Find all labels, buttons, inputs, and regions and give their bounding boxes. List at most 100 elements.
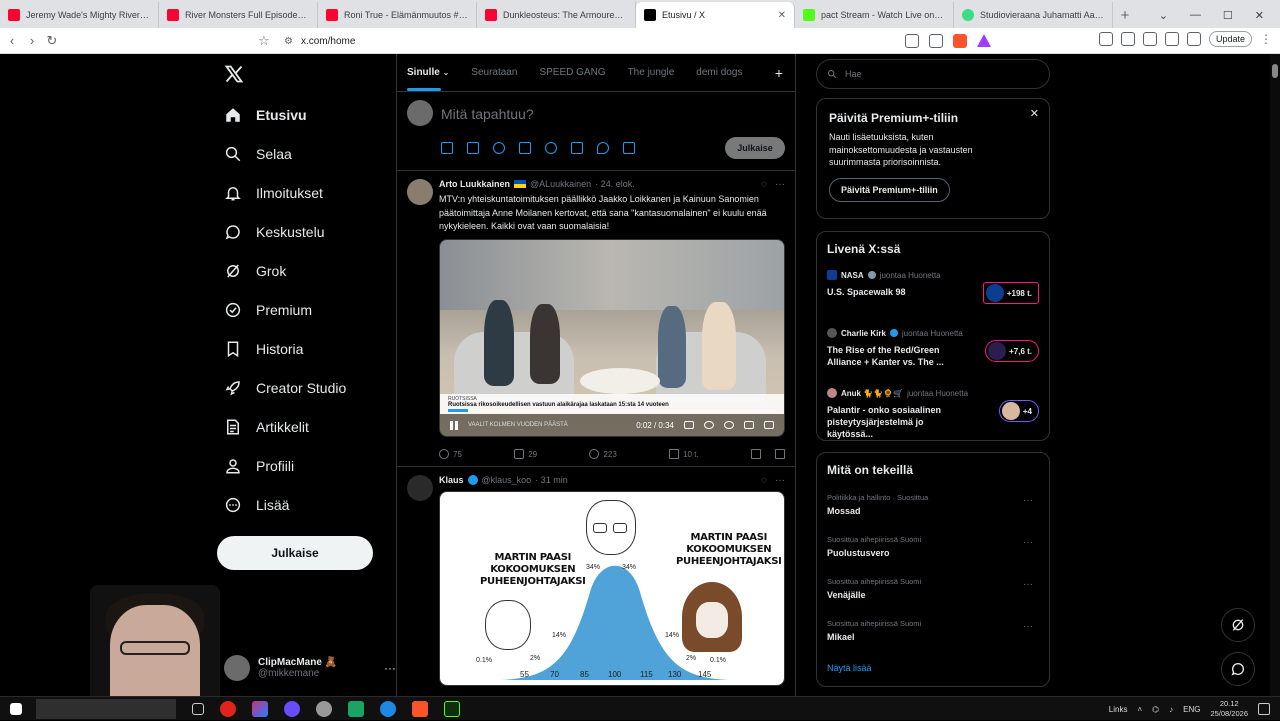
tweet-video[interactable]: RUOTSISSA Ruotsissa rikosoikeudellisen v… <box>439 239 785 437</box>
poll-icon[interactable] <box>519 142 531 154</box>
more-icon[interactable]: ··· <box>775 179 785 190</box>
page-scrollbar[interactable] <box>1270 54 1280 696</box>
brave-rewards-icon[interactable] <box>977 34 991 47</box>
emoji-icon[interactable] <box>545 142 557 154</box>
app-icon[interactable] <box>316 700 332 717</box>
browser-tab[interactable]: Jeremy Wade's Mighty Rivers - Full I <box>0 2 159 28</box>
translate-icon[interactable] <box>905 34 919 48</box>
nav-home[interactable]: Etusivu <box>224 104 307 126</box>
task-view-icon[interactable] <box>192 702 204 715</box>
tweet[interactable]: Arto Luukkainen @ALuukkainen · 24. elok.… <box>397 171 795 467</box>
reply-button[interactable]: 75 <box>439 449 462 459</box>
trend-item[interactable]: Suosittua aihepiirissä Suomi Puolustusve… <box>827 535 1039 558</box>
x-logo-icon[interactable] <box>224 64 246 86</box>
nav-articles[interactable]: Artikkelit <box>224 416 309 438</box>
fullscreen-icon[interactable] <box>764 421 774 429</box>
grok-icon[interactable]: ◌ <box>761 179 767 190</box>
schedule-icon[interactable] <box>571 142 583 154</box>
live-item[interactable]: Anuk 🐈🐈🌻🛒 juontaa Huonetta Palantir - onk… <box>827 388 1039 440</box>
nav-messages[interactable]: Keskustelu <box>224 221 324 243</box>
gif-icon[interactable] <box>467 142 479 154</box>
browser-tab[interactable]: Studiovieraana Juhamatti Aaltonen <box>954 2 1113 28</box>
author-handle[interactable]: @klaus_koo <box>482 475 532 485</box>
sidebar-icon[interactable] <box>1120 32 1135 46</box>
avatar[interactable] <box>407 475 433 501</box>
pip-icon[interactable] <box>744 421 754 429</box>
app-icon[interactable] <box>444 700 460 717</box>
media-icon[interactable] <box>1098 32 1113 46</box>
opera-icon[interactable] <box>220 700 236 717</box>
scrollbar-thumb[interactable] <box>1272 64 1278 78</box>
tab-the-jungle[interactable]: The jungle <box>628 67 675 78</box>
site-info-icon[interactable]: ⚙ <box>284 36 293 47</box>
views-button[interactable]: 10 t. <box>669 449 699 459</box>
nav-explore[interactable]: Selaa <box>224 143 292 165</box>
nav-premium[interactable]: Premium <box>224 299 312 321</box>
account-switcher[interactable]: ClipMacMane 🧸 @mikkemane ··· <box>224 648 396 688</box>
maximize-icon[interactable]: ☐ <box>1223 9 1233 22</box>
share-icon[interactable] <box>775 449 785 459</box>
nav-profile[interactable]: Profiili <box>224 455 294 477</box>
compose-input[interactable]: Mitä tapahtuu? <box>441 106 534 122</box>
start-icon[interactable] <box>10 702 22 715</box>
settings-icon[interactable] <box>724 421 734 429</box>
author-name[interactable]: Klaus <box>439 475 464 485</box>
tab-search-icon[interactable]: ⌄ <box>1159 9 1168 22</box>
grok-icon[interactable] <box>493 142 505 154</box>
notifications-icon[interactable] <box>1258 703 1270 715</box>
brave-icon[interactable] <box>412 700 428 717</box>
reload-icon[interactable]: ↻ <box>42 33 62 49</box>
bookmark-tweet-button[interactable] <box>751 449 785 459</box>
pause-icon[interactable] <box>450 420 458 430</box>
back-icon[interactable]: ‹ <box>2 33 22 48</box>
live-item[interactable]: Charlie Kirk juontaa Huonetta The Rise of… <box>827 328 1039 368</box>
minimize-icon[interactable]: — <box>1190 9 1201 21</box>
nav-more[interactable]: Lisää <box>224 494 289 516</box>
image-icon[interactable] <box>441 142 453 154</box>
grok-float-button[interactable] <box>1221 608 1255 642</box>
upgrade-premium-button[interactable]: Päivitä Premium+-tiliin <box>829 177 950 202</box>
edge-icon[interactable] <box>380 700 396 717</box>
video-player[interactable]: RUOTSISSA Ruotsissa rikosoikeudellisen v… <box>440 240 784 436</box>
grok-icon[interactable]: ◌ <box>761 475 767 486</box>
live-badge[interactable]: +198 t. <box>982 282 1039 304</box>
search-input[interactable]: Hae <box>816 59 1050 89</box>
app-icon[interactable] <box>284 700 300 717</box>
app-icon[interactable] <box>252 700 268 717</box>
bookmark-icon[interactable]: ☆ <box>254 33 274 49</box>
more-icon[interactable]: ··· <box>1023 537 1033 548</box>
trend-item[interactable]: Suosittua aihepiirissä Suomi Venäjälle ·… <box>827 577 1039 600</box>
volume-icon[interactable]: ♪ <box>1169 705 1173 714</box>
trend-item[interactable]: Politiikka ja hallinto · Suosittua Mossa… <box>827 493 1039 516</box>
trend-item[interactable]: Suosittua aihepiirissä Suomi Mikael ··· <box>827 619 1039 642</box>
avatar[interactable] <box>407 179 433 205</box>
tab-for-you[interactable]: Sinulle ⌄ <box>407 67 449 91</box>
mute-icon[interactable] <box>704 421 714 429</box>
browser-tab[interactable]: pact Stream - Watch Live on Kic <box>795 2 954 28</box>
video-progress-bar[interactable] <box>448 409 776 412</box>
nav-notifications[interactable]: Ilmoitukset <box>224 182 323 204</box>
search-box[interactable] <box>36 698 176 719</box>
tab-speed-gang[interactable]: SPEED GANG <box>539 67 605 78</box>
live-badge[interactable]: +7,6 t. <box>985 340 1039 362</box>
menu-icon[interactable]: ⋮ <box>1260 32 1272 46</box>
nav-creator-studio[interactable]: Creator Studio <box>224 377 346 399</box>
tab-demi-dogs[interactable]: demi dogs <box>696 67 742 78</box>
repost-button[interactable]: 29 <box>514 449 537 459</box>
author-name[interactable]: Arto Luukkainen <box>439 179 510 189</box>
wallet-icon[interactable] <box>1142 32 1157 46</box>
location-icon[interactable] <box>597 142 609 154</box>
new-tab-button[interactable]: + <box>1113 2 1137 28</box>
tweet[interactable]: Klaus @klaus_koo · 31 min ◌ ··· MARTIN P… <box>397 467 795 696</box>
brave-shield-icon[interactable] <box>953 34 967 48</box>
browser-tab[interactable]: Roni True - Elämänmuutos #lanusel <box>318 2 477 28</box>
tweet-time[interactable]: · 24. elok. <box>595 179 635 189</box>
live-badge[interactable]: +4 <box>998 400 1039 422</box>
live-item[interactable]: NASA juontaa Huonetta U.S. Spacewalk 98 +… <box>827 270 1039 304</box>
close-tab-icon[interactable]: ✕ <box>778 10 786 21</box>
close-icon[interactable]: ✕ <box>1030 107 1039 120</box>
chevron-up-icon[interactable]: ˄ <box>1137 705 1142 714</box>
update-button[interactable]: Update <box>1208 31 1252 47</box>
compose-post-button[interactable]: Julkaise <box>725 137 785 159</box>
more-icon[interactable]: ··· <box>775 475 785 486</box>
